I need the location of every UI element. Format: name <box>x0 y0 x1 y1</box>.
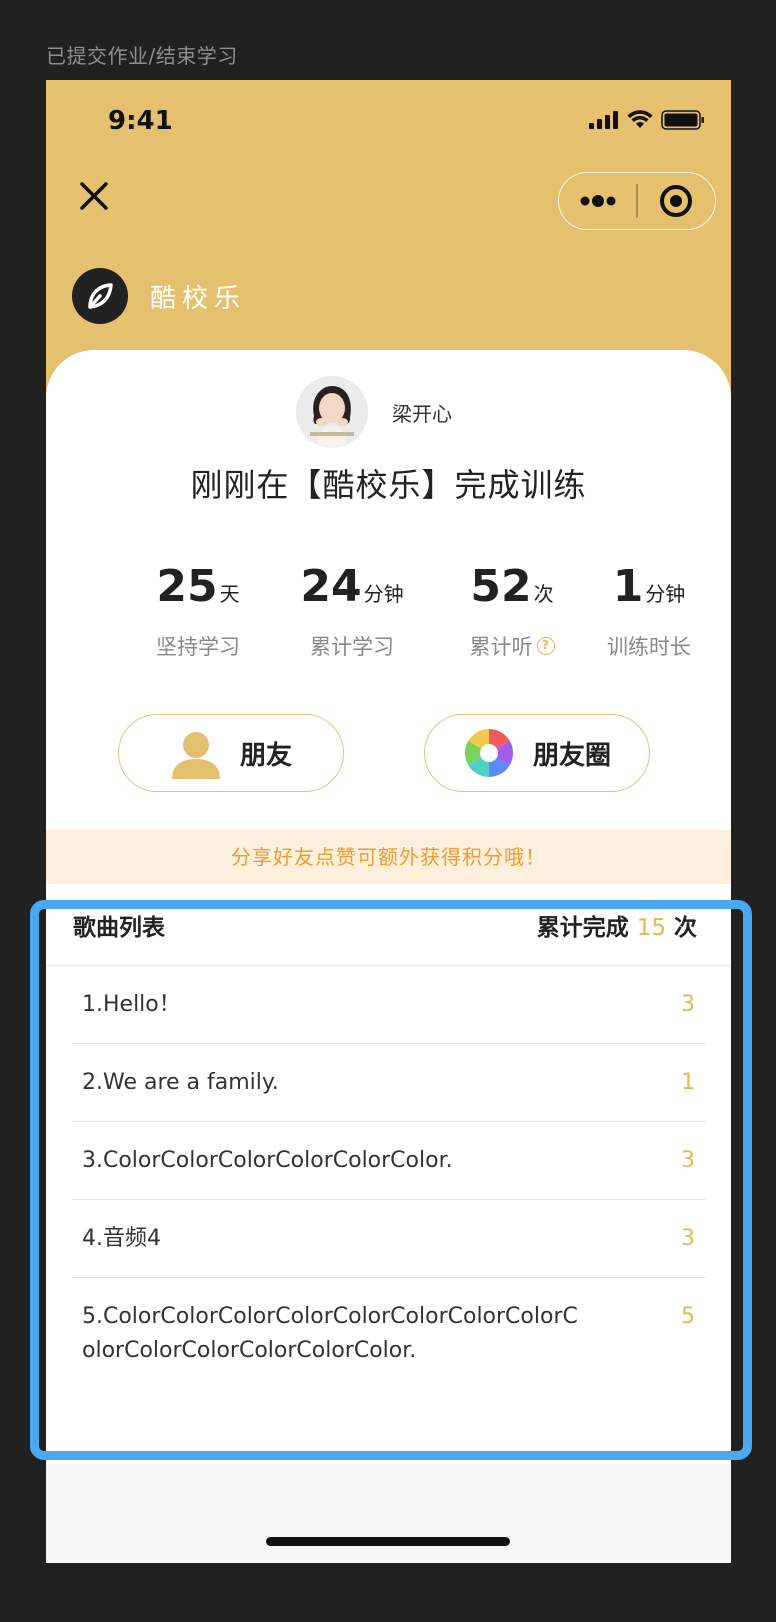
moments-aperture-icon <box>464 729 513 777</box>
song-count: 5 <box>681 1304 695 1329</box>
stat-training-duration: 1 分钟 训练时长 <box>569 562 729 661</box>
stat-listen-times: 52 次 累计听? <box>432 562 592 661</box>
song-count: 1 <box>681 1070 695 1095</box>
headline: 刚刚在【酷校乐】完成训练 <box>190 466 587 504</box>
brand-header: 酷校乐 <box>72 268 246 324</box>
song-item[interactable]: 5.ColorColorColorColorColorColorColorCol… <box>72 1278 705 1368</box>
stat-unit: 分钟 <box>363 582 404 606</box>
share-friends-button[interactable]: 朋友 <box>118 714 344 792</box>
total-suffix: 次 <box>674 914 697 941</box>
brand-logo <box>72 268 128 324</box>
target-icon <box>660 185 693 217</box>
stat-label: 累计学习 <box>310 635 394 659</box>
home-indicator <box>266 1537 510 1546</box>
status-icons <box>589 110 705 134</box>
stat-unit: 天 <box>219 582 240 606</box>
total-prefix: 累计完成 <box>536 914 629 941</box>
song-title: 3.ColorColorColorColorColorColor. <box>82 1148 453 1173</box>
song-item[interactable]: 3.ColorColorColorColorColorColor. 3 <box>72 1122 705 1200</box>
help-icon[interactable]: ? <box>536 637 555 655</box>
leaf-logo-icon <box>88 283 113 309</box>
stat-label: 坚持学习 <box>156 635 240 659</box>
song-item[interactable]: 1.Hello！ 3 <box>72 966 705 1044</box>
user-row: 梁开心 <box>296 376 452 448</box>
total-count: 15 <box>636 914 666 941</box>
notice-banner: 分享好友点赞可额外获得积分哦！ <box>46 830 731 884</box>
screen: 已提交作业/结束学习 9:41 酷校乐 梁开心 刚刚在【酷校乐】完成训练 25 … <box>0 0 776 1622</box>
avatar <box>296 376 368 448</box>
user-name: 梁开心 <box>392 401 452 426</box>
song-list-title: 歌曲列表 <box>73 914 165 941</box>
phone-frame: 9:41 酷校乐 梁开心 刚刚在【酷校乐】完成训练 25 天 坚持学习 24 分… <box>46 80 731 1563</box>
brand-name: 酷校乐 <box>150 283 247 314</box>
stat-value: 24 <box>300 561 362 612</box>
miniprogram-capsule <box>558 172 716 230</box>
song-item[interactable]: 2.We are a family. 1 <box>72 1044 705 1122</box>
status-time: 9:41 <box>108 106 173 136</box>
battery-icon <box>661 110 705 134</box>
song-list: 1.Hello！ 3 2.We are a family. 1 3.ColorC… <box>46 966 731 1368</box>
share-moments-label: 朋友圈 <box>532 740 611 771</box>
song-title: 1.Hello！ <box>82 992 181 1017</box>
more-button[interactable] <box>559 173 636 229</box>
song-item[interactable]: 4.音频4 3 <box>72 1200 705 1278</box>
stat-unit: 次 <box>533 582 554 606</box>
close-icon <box>80 182 108 210</box>
song-title: 5.ColorColorColorColorColorColorColorCol… <box>82 1304 578 1363</box>
stat-value: 52 <box>470 561 532 612</box>
song-list-panel: 歌曲列表 累计完成 15 次 1.Hello！ 3 2.We are a famil… <box>46 884 731 1464</box>
page-caption: 已提交作业/结束学习 <box>46 44 238 68</box>
stat-label: 累计听 <box>469 635 533 659</box>
song-title: 2.We are a family. <box>82 1070 279 1095</box>
stat-unit: 分钟 <box>645 582 686 606</box>
result-card: 梁开心 刚刚在【酷校乐】完成训练 25 天 坚持学习 24 分钟 累计学习 52 次 … <box>46 350 731 830</box>
song-count: 3 <box>681 992 695 1017</box>
song-title: 4.音频4 <box>82 1226 161 1251</box>
stat-study-minutes: 24 分钟 累计学习 <box>272 562 432 661</box>
share-moments-button[interactable]: 朋友圈 <box>424 714 650 792</box>
more-dots-icon <box>580 195 616 207</box>
stat-days: 25 天 坚持学习 <box>118 562 278 661</box>
stat-label: 训练时长 <box>607 635 691 659</box>
person-icon <box>171 732 220 779</box>
close-button[interactable] <box>76 178 112 214</box>
avatar-image <box>296 376 368 448</box>
total-completed: 累计完成 15 次 <box>537 908 697 942</box>
signal-icon <box>589 111 619 133</box>
share-friends-label: 朋友 <box>239 740 292 771</box>
exit-miniprogram-button[interactable] <box>638 173 715 229</box>
song-count: 3 <box>681 1148 695 1173</box>
song-list-header: 歌曲列表 累计完成 15 次 <box>46 884 731 966</box>
wifi-icon <box>627 110 653 134</box>
song-count: 3 <box>681 1226 695 1251</box>
stat-value: 25 <box>156 561 218 612</box>
stats-row: 25 天 坚持学习 24 分钟 累计学习 52 次 累计听? 1 分钟 训练时长 <box>46 562 731 660</box>
stat-value: 1 <box>612 561 644 612</box>
